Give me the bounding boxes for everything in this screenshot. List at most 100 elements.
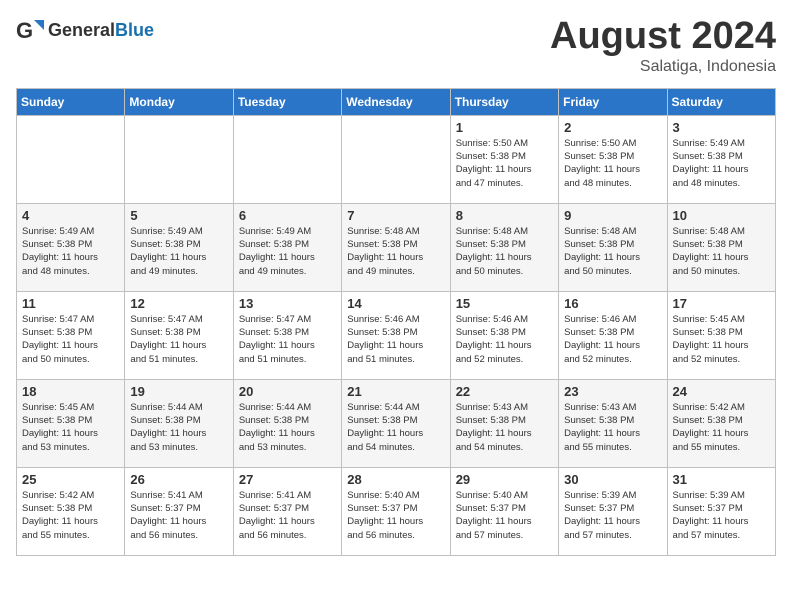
day-number: 26 (130, 472, 227, 487)
cell-info: Sunrise: 5:48 AM Sunset: 5:38 PM Dayligh… (564, 225, 661, 278)
day-number: 24 (673, 384, 770, 399)
cell-info: Sunrise: 5:44 AM Sunset: 5:38 PM Dayligh… (347, 401, 444, 454)
calendar-cell: 11 Sunrise: 5:47 AM Sunset: 5:38 PM Dayli… (17, 291, 125, 379)
calendar-cell: 30Sunrise: 5:39 AM Sunset: 5:37 PM Dayli… (559, 467, 667, 555)
day-number: 5 (130, 208, 227, 223)
calendar-cell: 14Sunrise: 5:46 AM Sunset: 5:38 PM Dayli… (342, 291, 450, 379)
calendar-cell: 20 Sunrise: 5:44 AM Sunset: 5:38 PM Dayli… (233, 379, 341, 467)
col-header-sunday: Sunday (17, 88, 125, 115)
col-header-tuesday: Tuesday (233, 88, 341, 115)
calendar-cell (125, 115, 233, 203)
col-header-friday: Friday (559, 88, 667, 115)
day-number: 28 (347, 472, 444, 487)
calendar-cell: 4Sunrise: 5:49 AM Sunset: 5:38 PM Daylig… (17, 203, 125, 291)
calendar-cell: 3 Sunrise: 5:49 AM Sunset: 5:38 PM Daylig… (667, 115, 775, 203)
calendar-cell: 9Sunrise: 5:48 AM Sunset: 5:38 PM Daylig… (559, 203, 667, 291)
col-header-monday: Monday (125, 88, 233, 115)
logo-text-blue: Blue (115, 20, 154, 40)
day-number: 18 (22, 384, 119, 399)
calendar-cell: 7 Sunrise: 5:48 AM Sunset: 5:38 PM Daylig… (342, 203, 450, 291)
cell-info: Sunrise: 5:49 AM Sunset: 5:38 PM Dayligh… (239, 225, 336, 278)
location-subtitle: Salatiga, Indonesia (550, 58, 776, 76)
calendar-cell: 26 Sunrise: 5:41 AM Sunset: 5:37 PM Dayli… (125, 467, 233, 555)
cell-info: Sunrise: 5:50 AM Sunset: 5:38 PM Dayligh… (456, 137, 553, 190)
calendar-cell: 21 Sunrise: 5:44 AM Sunset: 5:38 PM Dayli… (342, 379, 450, 467)
calendar-cell: 15 Sunrise: 5:46 AM Sunset: 5:38 PM Dayli… (450, 291, 558, 379)
logo: G GeneralBlue (16, 16, 154, 44)
svg-text:G: G (16, 18, 33, 43)
calendar-week-row: 4Sunrise: 5:49 AM Sunset: 5:38 PM Daylig… (17, 203, 776, 291)
calendar-cell: 23 Sunrise: 5:43 AM Sunset: 5:38 PM Dayli… (559, 379, 667, 467)
day-number: 20 (239, 384, 336, 399)
page-header: G GeneralBlue August 2024 Salatiga, Indo… (16, 16, 776, 76)
calendar-week-row: 25Sunrise: 5:42 AM Sunset: 5:38 PM Dayli… (17, 467, 776, 555)
calendar-cell: 18 Sunrise: 5:45 AM Sunset: 5:38 PM Dayli… (17, 379, 125, 467)
cell-info: Sunrise: 5:49 AM Sunset: 5:38 PM Dayligh… (22, 225, 119, 278)
calendar-header-row: SundayMondayTuesdayWednesdayThursdayFrid… (17, 88, 776, 115)
cell-info: Sunrise: 5:46 AM Sunset: 5:38 PM Dayligh… (347, 313, 444, 366)
day-number: 30 (564, 472, 661, 487)
calendar-cell (17, 115, 125, 203)
day-number: 13 (239, 296, 336, 311)
calendar-cell: 24Sunrise: 5:42 AM Sunset: 5:38 PM Dayli… (667, 379, 775, 467)
cell-info: Sunrise: 5:45 AM Sunset: 5:38 PM Dayligh… (673, 313, 770, 366)
calendar-cell: 13Sunrise: 5:47 AM Sunset: 5:38 PM Dayli… (233, 291, 341, 379)
month-year-title: August 2024 (550, 16, 776, 58)
calendar-cell: 2 Sunrise: 5:50 AM Sunset: 5:38 PM Daylig… (559, 115, 667, 203)
cell-info: Sunrise: 5:40 AM Sunset: 5:37 PM Dayligh… (347, 489, 444, 542)
calendar-cell: 22 Sunrise: 5:43 AM Sunset: 5:38 PM Dayli… (450, 379, 558, 467)
calendar-week-row: 18 Sunrise: 5:45 AM Sunset: 5:38 PM Dayli… (17, 379, 776, 467)
col-header-wednesday: Wednesday (342, 88, 450, 115)
day-number: 27 (239, 472, 336, 487)
calendar-cell: 12Sunrise: 5:47 AM Sunset: 5:38 PM Dayli… (125, 291, 233, 379)
day-number: 7 (347, 208, 444, 223)
calendar-cell: 19 Sunrise: 5:44 AM Sunset: 5:38 PM Dayli… (125, 379, 233, 467)
cell-info: Sunrise: 5:48 AM Sunset: 5:38 PM Dayligh… (456, 225, 553, 278)
cell-info: Sunrise: 5:43 AM Sunset: 5:38 PM Dayligh… (564, 401, 661, 454)
day-number: 11 (22, 296, 119, 311)
title-block: August 2024 Salatiga, Indonesia (550, 16, 776, 76)
day-number: 19 (130, 384, 227, 399)
day-number: 10 (673, 208, 770, 223)
cell-info: Sunrise: 5:45 AM Sunset: 5:38 PM Dayligh… (22, 401, 119, 454)
day-number: 29 (456, 472, 553, 487)
cell-info: Sunrise: 5:39 AM Sunset: 5:37 PM Dayligh… (673, 489, 770, 542)
cell-info: Sunrise: 5:47 AM Sunset: 5:38 PM Dayligh… (22, 313, 119, 366)
cell-info: Sunrise: 5:41 AM Sunset: 5:37 PM Dayligh… (239, 489, 336, 542)
cell-info: Sunrise: 5:41 AM Sunset: 5:37 PM Dayligh… (130, 489, 227, 542)
calendar-cell: 25Sunrise: 5:42 AM Sunset: 5:38 PM Dayli… (17, 467, 125, 555)
logo-text-general: General (48, 20, 115, 40)
calendar-cell: 5Sunrise: 5:49 AM Sunset: 5:38 PM Daylig… (125, 203, 233, 291)
calendar-cell: 17 Sunrise: 5:45 AM Sunset: 5:38 PM Dayli… (667, 291, 775, 379)
calendar-cell: 27 Sunrise: 5:41 AM Sunset: 5:37 PM Dayli… (233, 467, 341, 555)
calendar-cell: 6 Sunrise: 5:49 AM Sunset: 5:38 PM Daylig… (233, 203, 341, 291)
cell-info: Sunrise: 5:46 AM Sunset: 5:38 PM Dayligh… (456, 313, 553, 366)
day-number: 17 (673, 296, 770, 311)
day-number: 31 (673, 472, 770, 487)
col-header-saturday: Saturday (667, 88, 775, 115)
cell-info: Sunrise: 5:48 AM Sunset: 5:38 PM Dayligh… (347, 225, 444, 278)
day-number: 3 (673, 120, 770, 135)
day-number: 12 (130, 296, 227, 311)
calendar-cell: 28 Sunrise: 5:40 AM Sunset: 5:37 PM Dayli… (342, 467, 450, 555)
day-number: 6 (239, 208, 336, 223)
cell-info: Sunrise: 5:44 AM Sunset: 5:38 PM Dayligh… (239, 401, 336, 454)
calendar-cell: 8Sunrise: 5:48 AM Sunset: 5:38 PM Daylig… (450, 203, 558, 291)
day-number: 15 (456, 296, 553, 311)
day-number: 25 (22, 472, 119, 487)
cell-info: Sunrise: 5:44 AM Sunset: 5:38 PM Dayligh… (130, 401, 227, 454)
calendar-cell (233, 115, 341, 203)
cell-info: Sunrise: 5:50 AM Sunset: 5:38 PM Dayligh… (564, 137, 661, 190)
calendar-cell: 31 Sunrise: 5:39 AM Sunset: 5:37 PM Dayli… (667, 467, 775, 555)
calendar-table: SundayMondayTuesdayWednesdayThursdayFrid… (16, 88, 776, 556)
calendar-cell (342, 115, 450, 203)
cell-info: Sunrise: 5:49 AM Sunset: 5:38 PM Dayligh… (673, 137, 770, 190)
cell-info: Sunrise: 5:40 AM Sunset: 5:37 PM Dayligh… (456, 489, 553, 542)
day-number: 22 (456, 384, 553, 399)
cell-info: Sunrise: 5:43 AM Sunset: 5:38 PM Dayligh… (456, 401, 553, 454)
calendar-week-row: 11 Sunrise: 5:47 AM Sunset: 5:38 PM Dayli… (17, 291, 776, 379)
cell-info: Sunrise: 5:48 AM Sunset: 5:38 PM Dayligh… (673, 225, 770, 278)
day-number: 2 (564, 120, 661, 135)
day-number: 23 (564, 384, 661, 399)
day-number: 21 (347, 384, 444, 399)
